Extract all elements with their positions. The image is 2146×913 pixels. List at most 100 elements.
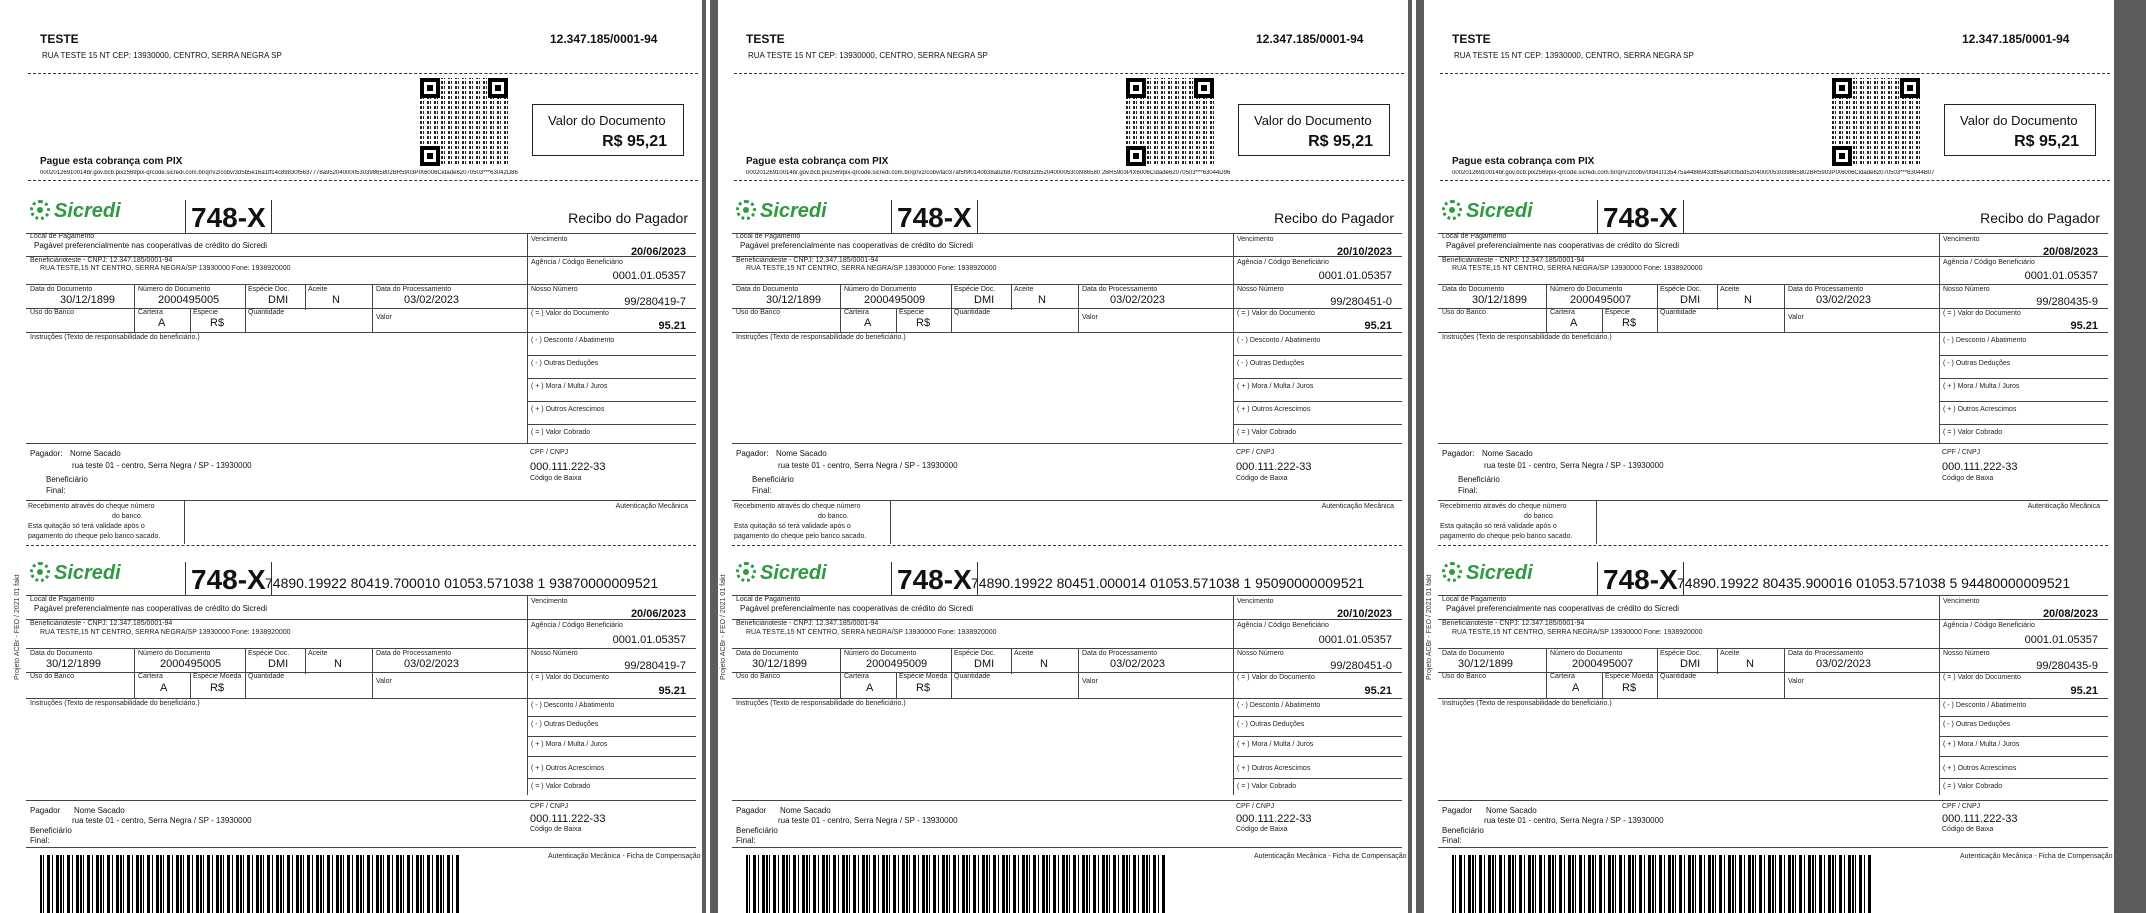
pix-label: Pague esta cobrança com PIX bbox=[40, 156, 183, 167]
page-separator bbox=[1416, 0, 1424, 913]
quantidade-label: Quantidade bbox=[1660, 309, 1697, 316]
data-documento-label: Data do Documento bbox=[736, 286, 799, 293]
linha-digitavel: 74890.19922 80419.700010 01053.571038 1 … bbox=[265, 575, 659, 591]
cpf-label: CPF / CNPJ bbox=[530, 803, 569, 810]
uso-banco-label: Uso do Banco bbox=[736, 309, 780, 316]
pix-copy-paste-code: 00020126910014br.gov.bcb.pix2569pix-qrco… bbox=[1452, 170, 1935, 176]
cpf: 000.111.222-33 bbox=[1942, 461, 2018, 473]
data-documento: 30/12/1899 bbox=[752, 658, 808, 670]
codigo-baixa-label: Código de Baixa bbox=[1942, 475, 1994, 482]
carteira-label: Carteira bbox=[844, 309, 869, 316]
nosso-numero-label: Nosso Número bbox=[1943, 286, 1990, 293]
outras-deducoes-label: ( - ) Outras Deduções bbox=[1943, 360, 2011, 367]
agencia-label: Agência / Código Beneficiário bbox=[1943, 259, 2035, 266]
especie-label: Especie bbox=[193, 309, 218, 316]
valor-cobrado-label: ( = ) Valor Cobrado bbox=[1237, 783, 1297, 790]
valor-label: Valor bbox=[1788, 678, 1804, 685]
especie: R$ bbox=[1622, 682, 1637, 694]
data-documento-label: Data do Documento bbox=[736, 650, 799, 657]
nosso-numero-label: Nosso Número bbox=[1237, 286, 1284, 293]
data-processamento: 03/02/2023 bbox=[404, 294, 460, 306]
sicredi-logo-icon bbox=[30, 200, 50, 220]
especie: R$ bbox=[210, 317, 225, 329]
pix-label: Pague esta cobrança com PIX bbox=[1452, 156, 1595, 167]
sicredi-logo-icon bbox=[1442, 562, 1462, 582]
valor-documento-value: R$ 95,21 bbox=[1308, 133, 1373, 150]
valor-label: Valor bbox=[1788, 314, 1804, 321]
local-pagamento-label: Local de Pagamento bbox=[1442, 596, 1507, 603]
especie-doc-label: Espécie Doc. bbox=[954, 650, 996, 657]
valor-documento-box: Valor do Documento R$ 95,21 bbox=[1238, 104, 1390, 156]
especie: R$ bbox=[916, 317, 931, 329]
valor-label: Valor bbox=[376, 678, 392, 685]
barcode bbox=[746, 855, 1166, 913]
uso-banco-label: Uso do Banco bbox=[30, 673, 74, 680]
aceite-label: Aceite bbox=[1720, 286, 1740, 293]
numero-documento-label: Número do Documento bbox=[1550, 286, 1623, 293]
pagador-endereco: rua teste 01 - centro, Serra Negra / SP … bbox=[72, 461, 252, 470]
recebimento-text: pagamento do cheque pelo banco sacado. bbox=[734, 533, 867, 540]
codigo-baixa-label: Código de Baixa bbox=[530, 826, 582, 833]
instrucoes-label: Instruções (Texto de responsabilidade do… bbox=[736, 700, 906, 707]
nosso-numero: 99/280451-0 bbox=[1330, 660, 1392, 672]
final-label: Final: bbox=[752, 486, 772, 495]
carteira: A bbox=[1572, 682, 1580, 694]
beneficiario-cnpj: teste - CNPJ: 12.347.185/0001-94 bbox=[1478, 620, 1585, 627]
desconto-label: ( - ) Desconto / Abatimento bbox=[531, 702, 615, 709]
uso-banco-label: Uso do Banco bbox=[736, 673, 780, 680]
mora-label: ( + ) Mora / Multa / Juros bbox=[1237, 383, 1314, 390]
valor-doc: 95.21 bbox=[658, 320, 686, 332]
pix-label: Pague esta cobrança com PIX bbox=[746, 156, 889, 167]
pagador-endereco: rua teste 01 - centro, Serra Negra / SP … bbox=[1484, 816, 1664, 825]
carteira-label: Carteira bbox=[138, 673, 163, 680]
cut-line bbox=[26, 545, 696, 546]
nosso-numero-label: Nosso Número bbox=[531, 650, 578, 657]
desconto-label: ( - ) Desconto / Abatimento bbox=[1237, 702, 1321, 709]
pagador-endereco: rua teste 01 - centro, Serra Negra / SP … bbox=[778, 461, 958, 470]
side-text: Projeto ACBr - FEO / 2021 01 fakt bbox=[720, 574, 727, 680]
valor-cobrado-label: ( = ) Valor Cobrado bbox=[531, 429, 591, 436]
outras-deducoes-label: ( - ) Outras Deduções bbox=[1237, 360, 1305, 367]
agencia: 0001.01.05357 bbox=[1318, 634, 1392, 646]
pagador-nome: Nome Sacado bbox=[780, 806, 831, 815]
valor-documento-value: R$ 95,21 bbox=[602, 133, 667, 150]
carteira-label: Carteira bbox=[1550, 673, 1575, 680]
especie-doc: DMI bbox=[1680, 658, 1701, 670]
bank-code: 748-X bbox=[891, 562, 978, 596]
outros-acrescimos-label: ( + ) Outros Acrescimos bbox=[1943, 765, 2017, 772]
pagador-label: Pagador bbox=[1442, 806, 1473, 815]
valor-documento-label: Valor do Documento bbox=[1960, 113, 2078, 128]
especie-doc-label: Espécie Doc. bbox=[1660, 286, 1702, 293]
carteira: A bbox=[1570, 317, 1578, 329]
numero-documento: 2000495007 bbox=[1572, 658, 1634, 670]
beneficiario-final-label: Beneficiário bbox=[736, 826, 778, 835]
outras-deducoes-label: ( - ) Outras Deduções bbox=[531, 721, 599, 728]
uso-banco-label: Uso do Banco bbox=[1442, 309, 1486, 316]
local-pagamento: Pagável preferencialmente nas cooperativ… bbox=[1446, 604, 1680, 613]
pagador-label: Pagador: bbox=[30, 449, 63, 458]
sicredi-logo: Sicredi bbox=[30, 562, 121, 585]
agencia: 0001.01.05357 bbox=[2024, 270, 2098, 282]
boleto-page: TESTE 12.347.185/0001-94 RUA TESTE 15 NT… bbox=[0, 0, 702, 913]
valor-documento-label: Valor do Documento bbox=[1254, 113, 1372, 128]
local-pagamento: Pagável preferencialmente nas cooperativ… bbox=[1446, 241, 1680, 250]
beneficiario-cnpj: teste - CNPJ: 12.347.185/0001-94 bbox=[66, 257, 173, 264]
numero-documento-label: Número do Documento bbox=[138, 650, 211, 657]
nosso-numero: 99/280451-0 bbox=[1330, 296, 1392, 308]
beneficiario-label: Beneficiário bbox=[736, 620, 773, 627]
agencia: 0001.01.05357 bbox=[612, 270, 686, 282]
quantidade-label: Quantidade bbox=[248, 309, 285, 316]
numero-documento-label: Número do Documento bbox=[844, 286, 917, 293]
agencia-label: Agência / Código Beneficiário bbox=[1237, 622, 1329, 629]
aceite-label: Aceite bbox=[308, 650, 328, 657]
outros-acrescimos-label: ( + ) Outros Acrescimos bbox=[1237, 765, 1311, 772]
beneficiario-final-label: Beneficiário bbox=[30, 826, 72, 835]
especie: R$ bbox=[1622, 317, 1637, 329]
carteira-label: Carteira bbox=[844, 673, 869, 680]
recebimento-text: Recebimento através do cheque número bbox=[1440, 503, 1567, 510]
beneficiario-cnpj: teste - CNPJ: 12.347.185/0001-94 bbox=[772, 257, 879, 264]
valor-doc-label: ( = ) Valor do Documento bbox=[531, 310, 609, 317]
mora-label: ( + ) Mora / Multa / Juros bbox=[531, 741, 608, 748]
valor-doc: 95.21 bbox=[658, 685, 686, 697]
valor-cobrado-label: ( = ) Valor Cobrado bbox=[531, 783, 591, 790]
